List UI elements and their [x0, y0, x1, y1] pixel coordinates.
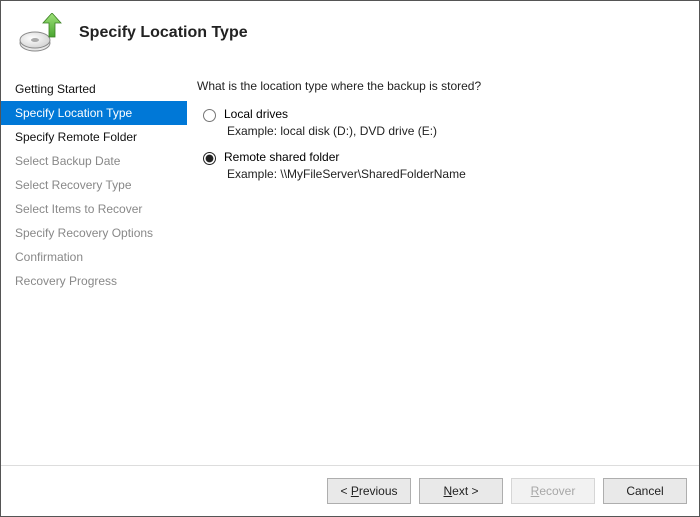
wizard-content: What is the location type where the back…	[187, 69, 699, 465]
option-local-drives-label: Local drives	[224, 107, 288, 121]
cancel-button[interactable]: Cancel	[603, 478, 687, 504]
step-recovery-options: Specify Recovery Options	[1, 221, 187, 245]
previous-button[interactable]: < Previous	[327, 478, 411, 504]
step-getting-started[interactable]: Getting Started	[1, 77, 187, 101]
option-remote-shared-folder[interactable]: Remote shared folder	[197, 150, 679, 165]
step-select-items: Select Items to Recover	[1, 197, 187, 221]
recover-button: Recover	[511, 478, 595, 504]
step-specify-remote-folder[interactable]: Specify Remote Folder	[1, 125, 187, 149]
step-recovery-progress: Recovery Progress	[1, 269, 187, 293]
option-remote-shared-folder-label: Remote shared folder	[224, 150, 339, 164]
step-select-backup-date: Select Backup Date	[1, 149, 187, 173]
restore-icon	[19, 13, 63, 53]
page-title: Specify Location Type	[79, 24, 248, 42]
step-select-recovery-type: Select Recovery Type	[1, 173, 187, 197]
next-button[interactable]: Next >	[419, 478, 503, 504]
step-confirmation: Confirmation	[1, 245, 187, 269]
wizard-footer: < Previous Next > Recover Cancel	[1, 465, 699, 516]
wizard-header: Specify Location Type	[1, 1, 699, 69]
radio-remote-shared-folder[interactable]	[203, 152, 216, 165]
option-local-drives[interactable]: Local drives	[197, 107, 679, 122]
option-local-drives-example: Example: local disk (D:), DVD drive (E:)	[197, 124, 679, 138]
question-text: What is the location type where the back…	[197, 79, 679, 93]
wizard-steps-sidebar: Getting Started Specify Location Type Sp…	[1, 69, 187, 465]
step-specify-location-type[interactable]: Specify Location Type	[1, 101, 187, 125]
option-remote-shared-folder-example: Example: \\MyFileServer\SharedFolderName	[197, 167, 679, 181]
radio-local-drives[interactable]	[203, 109, 216, 122]
wizard-window: Specify Location Type Getting Started Sp…	[0, 0, 700, 517]
wizard-body: Getting Started Specify Location Type Sp…	[1, 69, 699, 465]
